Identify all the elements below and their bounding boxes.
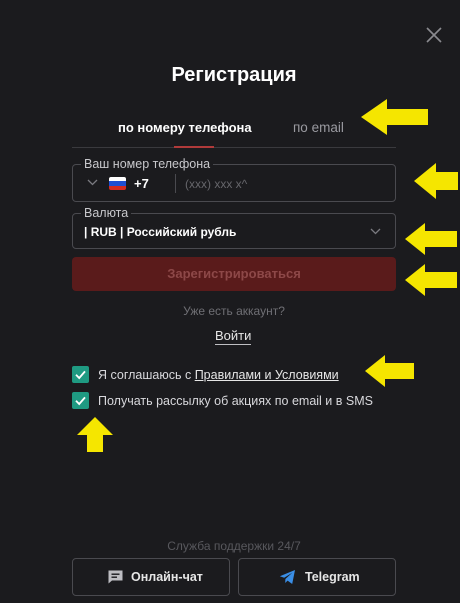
annotation-arrow-left xyxy=(405,263,457,297)
tab-phone[interactable]: по номеру телефона xyxy=(118,120,252,135)
tab-active-indicator xyxy=(174,146,214,148)
support-text: Служба поддержки 24/7 xyxy=(167,539,301,553)
telegram-label: Telegram xyxy=(305,570,360,584)
checkmark-icon xyxy=(75,370,86,380)
checkmark-icon xyxy=(75,396,86,406)
phone-field-label: Ваш номер телефона xyxy=(81,157,214,171)
registration-tabs: по номеру телефона по email xyxy=(72,114,396,148)
tab-email[interactable]: по email xyxy=(293,120,344,135)
online-chat-label: Онлайн-чат xyxy=(131,570,203,584)
telegram-button[interactable]: Telegram xyxy=(238,558,396,596)
annotation-arrow-left xyxy=(361,97,429,137)
login-link[interactable]: Войти xyxy=(215,328,252,345)
close-icon xyxy=(426,27,442,43)
phone-input[interactable] xyxy=(183,173,377,195)
annotation-arrow-up xyxy=(76,417,114,453)
tabs-divider xyxy=(72,147,396,148)
annotation-arrow-left xyxy=(414,161,458,201)
phone-field: Ваш номер телефона +7 xyxy=(72,157,396,202)
newsletter-checkbox[interactable] xyxy=(72,392,89,409)
currency-label: Валюта xyxy=(81,206,132,220)
chevron-down-icon[interactable] xyxy=(87,179,98,186)
rules-checkbox[interactable] xyxy=(72,366,89,383)
rules-link[interactable]: Правилами и Условиями xyxy=(195,368,339,382)
annotation-arrow-left xyxy=(405,222,457,256)
online-chat-button[interactable]: Онлайн-чат xyxy=(72,558,230,596)
register-button[interactable]: Зарегистрироваться xyxy=(72,257,396,291)
rules-consent-prefix: Я соглашаюсь с xyxy=(98,368,195,382)
have-account-text: Уже есть аккаунт? xyxy=(183,304,285,318)
page-title: Регистрация xyxy=(171,64,297,86)
telegram-icon xyxy=(279,570,295,584)
newsletter-consent-text: Получать рассылку об акциях по email и в… xyxy=(98,394,373,408)
rules-consent-text: Я соглашаюсь с Правилами и Условиями xyxy=(98,368,339,382)
country-code: +7 xyxy=(134,176,149,191)
currency-value: | RUB | Российский рубль xyxy=(84,225,237,239)
annotation-arrow-left xyxy=(365,354,415,388)
close-button[interactable] xyxy=(424,25,444,45)
russia-flag-icon[interactable] xyxy=(109,177,126,190)
chevron-down-icon xyxy=(370,228,381,235)
currency-select[interactable]: Валюта | RUB | Российский рубль xyxy=(72,206,396,249)
chat-icon xyxy=(108,570,123,584)
phone-separator xyxy=(175,174,176,193)
